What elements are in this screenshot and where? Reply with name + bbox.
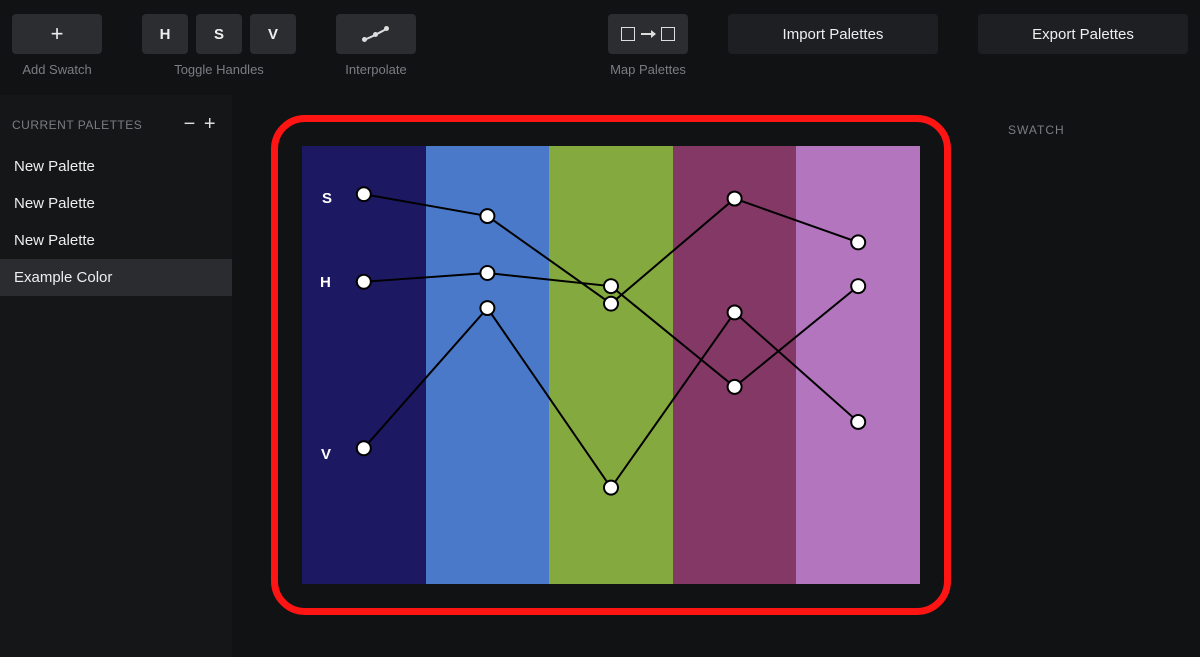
export-palettes-button[interactable]: Export Palettes: [978, 14, 1188, 54]
toggle-handles-label: Toggle Handles: [174, 62, 264, 77]
top-toolbar: + Add Swatch H S V Toggle Handles Interp…: [0, 0, 1200, 95]
hsv-graph[interactable]: S H V: [302, 146, 920, 584]
map-palettes-icon: [621, 27, 675, 41]
palette-item[interactable]: New Palette: [0, 148, 232, 185]
add-palette-button[interactable]: +: [200, 113, 220, 136]
handle[interactable]: [357, 187, 371, 201]
add-swatch-label: Add Swatch: [22, 62, 91, 77]
handle[interactable]: [357, 275, 371, 289]
map-palettes-button[interactable]: [608, 14, 688, 54]
handle[interactable]: [357, 441, 371, 455]
remove-palette-button[interactable]: −: [180, 113, 200, 136]
add-swatch-button[interactable]: +: [12, 14, 102, 54]
palette-viewer[interactable]: S H V: [271, 115, 951, 615]
interpolate-label: Interpolate: [345, 62, 406, 77]
palette-item[interactable]: New Palette: [0, 222, 232, 259]
handle[interactable]: [851, 279, 865, 293]
axis-label-h: H: [320, 274, 331, 291]
toggle-handles-group: H S V Toggle Handles: [142, 14, 296, 77]
import-palettes-button[interactable]: Import Palettes: [728, 14, 938, 54]
handle[interactable]: [604, 481, 618, 495]
swatch-panel-title: SWATCH: [1008, 123, 1182, 137]
handle[interactable]: [851, 415, 865, 429]
handle[interactable]: [728, 380, 742, 394]
handle[interactable]: [728, 192, 742, 206]
interpolate-icon: [362, 25, 390, 43]
handle[interactable]: [480, 301, 494, 315]
palette-item[interactable]: Example Color: [0, 259, 232, 296]
toggle-v-button[interactable]: V: [250, 14, 296, 54]
add-swatch-group: + Add Swatch: [12, 14, 102, 77]
viewer-area: S H V: [232, 95, 990, 657]
toggle-h-button[interactable]: H: [142, 14, 188, 54]
interpolate-group: Interpolate: [336, 14, 416, 77]
sidebar-title: CURRENT PALETTES: [12, 118, 180, 132]
handle[interactable]: [480, 209, 494, 223]
map-palettes-group: Map Palettes: [608, 14, 688, 77]
sidebar: CURRENT PALETTES − + New PaletteNew Pale…: [0, 95, 232, 657]
interpolate-button[interactable]: [336, 14, 416, 54]
map-palettes-label: Map Palettes: [610, 62, 686, 77]
handle[interactable]: [604, 279, 618, 293]
axis-label-v: V: [321, 446, 331, 463]
toggle-s-button[interactable]: S: [196, 14, 242, 54]
axis-label-s: S: [322, 190, 332, 207]
handle[interactable]: [480, 266, 494, 280]
handle[interactable]: [604, 297, 618, 311]
palette-item[interactable]: New Palette: [0, 185, 232, 222]
handle[interactable]: [851, 235, 865, 249]
handle[interactable]: [728, 305, 742, 319]
right-panel: SWATCH: [990, 95, 1200, 657]
sidebar-header: CURRENT PALETTES − +: [0, 113, 232, 148]
palette-list: New PaletteNew PaletteNew PaletteExample…: [0, 148, 232, 296]
